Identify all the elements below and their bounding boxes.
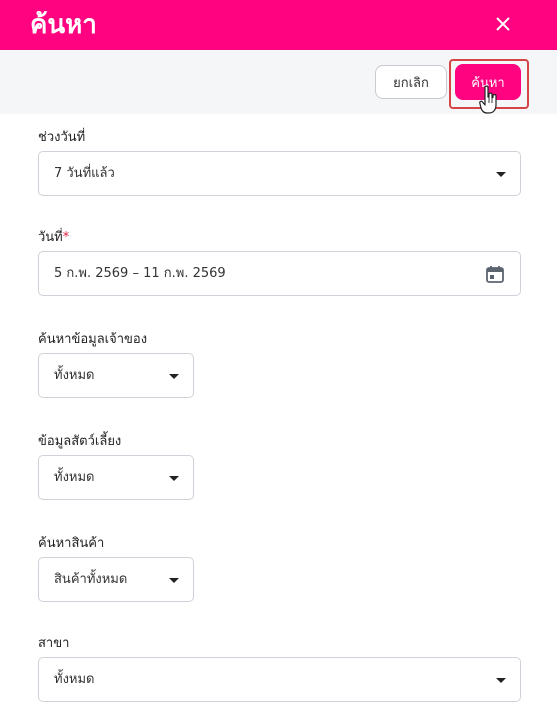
chevron-down-icon — [169, 374, 179, 379]
product-value: สินค้าทั้งหมด — [54, 572, 128, 587]
owner-value: ทั้งหมด — [54, 368, 95, 383]
modal-header: ค้นหา — [0, 0, 557, 50]
hand-pointer-cursor-icon — [479, 85, 497, 114]
cancel-button[interactable]: ยกเลิก — [375, 65, 447, 99]
required-mark: * — [62, 230, 70, 245]
date-range-picker[interactable]: 5 ก.พ. 2569 – 11 ก.พ. 2569 — [38, 251, 521, 296]
chevron-down-icon — [169, 578, 179, 583]
product-search-label: ค้นหาสินค้า — [38, 536, 105, 551]
date-range-value: 7 วันที่แล้ว — [54, 166, 115, 181]
branch-value: ทั้งหมด — [54, 672, 95, 687]
chevron-down-icon — [169, 476, 179, 481]
date-value: 5 ก.พ. 2569 – 11 ก.พ. 2569 — [54, 266, 226, 281]
date-label-text: วันที่ — [38, 230, 63, 245]
branch-select[interactable]: ทั้งหมด — [38, 657, 521, 702]
chevron-down-icon — [496, 172, 506, 177]
calendar-icon[interactable] — [486, 265, 504, 283]
owner-search-label: ค้นหาข้อมูลเจ้าของ — [38, 332, 148, 347]
owner-select[interactable]: ทั้งหมด — [38, 353, 194, 398]
product-select[interactable]: สินค้าทั้งหมด — [38, 557, 194, 602]
date-range-label: ช่วงวันที่ — [38, 130, 86, 145]
pet-value: ทั้งหมด — [54, 470, 95, 485]
action-bar: ยกเลิก ค้นหา — [0, 50, 557, 114]
close-icon[interactable] — [492, 13, 514, 35]
modal-title: ค้นหา — [30, 10, 97, 40]
chevron-down-icon — [496, 678, 506, 683]
date-label: วันที่* — [38, 229, 69, 247]
pet-info-label: ข้อมูลสัตว์เลี้ยง — [38, 434, 122, 449]
pet-select[interactable]: ทั้งหมด — [38, 455, 194, 500]
date-range-select[interactable]: 7 วันที่แล้ว — [38, 151, 521, 196]
branch-label: สาขา — [38, 636, 70, 651]
